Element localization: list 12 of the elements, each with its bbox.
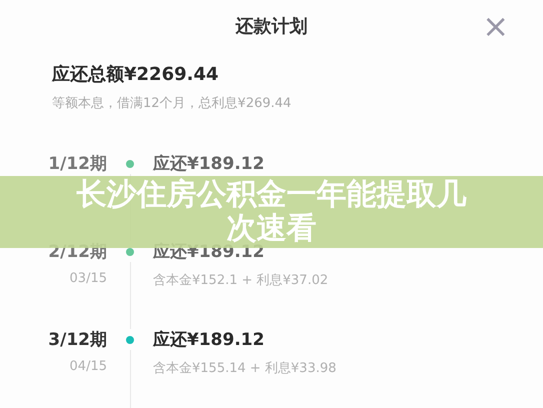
close-button[interactable]: × <box>478 10 513 42</box>
due-date: 04/15 <box>70 359 107 374</box>
total-amount: 应还总额¥2269.44 <box>52 63 220 86</box>
amount-breakdown: 含本金¥152.1 + 利息¥37.02 <box>153 272 330 289</box>
loan-summary: 等额本息，借满12个月，总利息¥269.44 <box>52 95 292 112</box>
installment-amount: 应还¥189.12 <box>153 153 266 175</box>
dialog-title: 还款计划 <box>236 15 308 38</box>
installment-period: 1/12期 <box>48 153 107 175</box>
installment-amount: 应还¥189.12 <box>153 329 266 351</box>
amount-breakdown: 含本金¥155.14 + 利息¥33.98 <box>153 360 338 377</box>
installment-period: 3/12期 <box>48 329 107 351</box>
due-date: 03/15 <box>70 271 107 286</box>
